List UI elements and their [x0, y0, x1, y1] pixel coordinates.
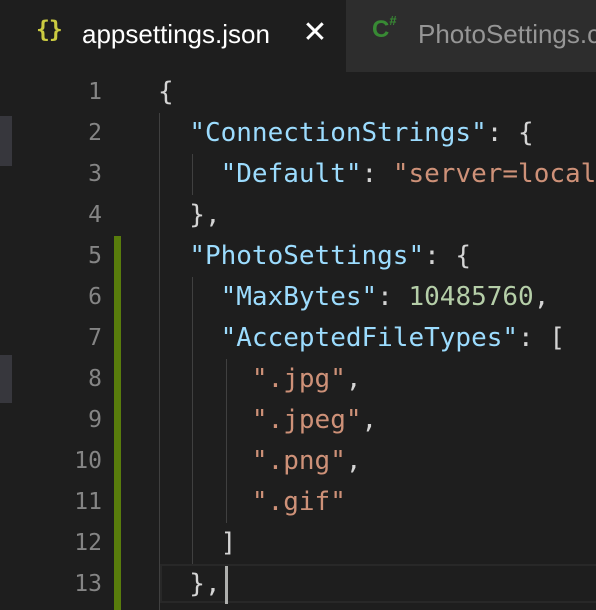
tab-label: appsettings.json [82, 19, 270, 49]
git-modified-bar [114, 236, 121, 610]
code-token-punct: { [158, 77, 174, 107]
code-line[interactable]: "MaxBytes": 10485760, [158, 277, 550, 318]
code-token-punct [158, 241, 189, 271]
line-number: 4 [88, 202, 102, 228]
json-braces-icon: {} [36, 17, 63, 43]
code-line[interactable]: ".jpeg", [158, 400, 377, 441]
code-token-punct: }, [158, 200, 221, 230]
code-token-punct: }, [158, 569, 221, 599]
code-token-num: 10485760 [408, 282, 534, 312]
code-token-punct: : [ [518, 323, 566, 353]
code-editor-window: {} appsettings.json ✕ C# PhotoSettings.c… [0, 0, 596, 610]
line-number: 12 [74, 530, 102, 556]
editor-area[interactable]: 1{2 "ConnectionStrings": {3 "Default": "… [12, 72, 596, 610]
code-token-str: ".png" [251, 446, 346, 476]
line-number: 8 [88, 366, 102, 392]
code-line[interactable]: "ConnectionStrings": { [158, 113, 534, 154]
code-line[interactable]: ] [158, 523, 237, 564]
code-token-punct [158, 282, 221, 312]
line-number: 10 [74, 448, 102, 474]
text-cursor [225, 566, 228, 604]
line-number: 9 [88, 407, 102, 433]
code-token-punct: , [361, 405, 378, 435]
code-token-str: ".gif" [251, 487, 346, 517]
code-token-key: "ConnectionStrings" [189, 118, 487, 148]
line-number: 2 [88, 120, 102, 146]
code-token-punct: : [361, 159, 393, 189]
code-line[interactable]: }, [158, 195, 221, 236]
code-token-punct: : { [486, 118, 534, 148]
strip-mark [0, 355, 12, 403]
code-token-punct: : { [424, 241, 472, 271]
code-line[interactable]: "Default": "server=localhost [158, 154, 596, 195]
code-token-punct: , [345, 364, 362, 394]
code-token-punct: , [345, 446, 362, 476]
tab-label: PhotoSettings.cs [418, 19, 596, 49]
editor-tab-bar: {} appsettings.json ✕ C# PhotoSettings.c… [0, 0, 596, 72]
line-number: 5 [88, 243, 102, 269]
code-token-punct [158, 487, 252, 517]
csharp-icon-letter: C [372, 16, 390, 43]
code-line[interactable]: { [158, 72, 174, 113]
line-number: 13 [74, 571, 102, 597]
code-token-key: "PhotoSettings" [189, 241, 425, 271]
code-token-key: "MaxBytes" [220, 282, 378, 312]
code-token-punct: ] [158, 528, 237, 558]
code-token-key: "AcceptedFileTypes" [220, 323, 519, 353]
code-line[interactable]: }, [158, 564, 221, 605]
code-token-str: ".jpeg" [251, 405, 362, 435]
code-token-punct: , [533, 282, 550, 312]
strip-mark [0, 116, 12, 166]
code-line[interactable]: "AcceptedFileTypes": [ [158, 318, 565, 359]
code-token-punct [158, 405, 252, 435]
close-icon[interactable]: ✕ [300, 16, 330, 50]
code-token-str: ".jpg" [251, 364, 346, 394]
csharp-file-icon: C# [372, 13, 397, 44]
csharp-icon-sharp: # [389, 13, 397, 28]
line-number: 6 [88, 284, 102, 310]
code-line[interactable]: ".gif" [158, 482, 346, 523]
code-token-key: "Default" [220, 159, 362, 189]
code-token-punct [158, 446, 252, 476]
tab-appsettings-json[interactable]: {} appsettings.json ✕ [0, 0, 346, 72]
line-number: 3 [88, 161, 102, 187]
line-number: 11 [74, 489, 102, 515]
code-token-str: "server=localhost [392, 159, 596, 189]
line-number: 1 [88, 79, 102, 105]
code-token-punct [158, 118, 189, 148]
code-line[interactable]: ".png", [158, 441, 362, 482]
code-token-punct: : [377, 282, 409, 312]
line-number: 7 [88, 325, 102, 351]
code-line[interactable]: ".jpg", [158, 359, 362, 400]
code-token-punct [158, 323, 221, 353]
code-line[interactable]: "PhotoSettings": { [158, 236, 471, 277]
code-token-punct [158, 159, 221, 189]
code-token-punct [158, 364, 252, 394]
activity-strip [0, 72, 12, 610]
tab-photosettings-cs[interactable]: C# PhotoSettings.cs [346, 0, 596, 72]
